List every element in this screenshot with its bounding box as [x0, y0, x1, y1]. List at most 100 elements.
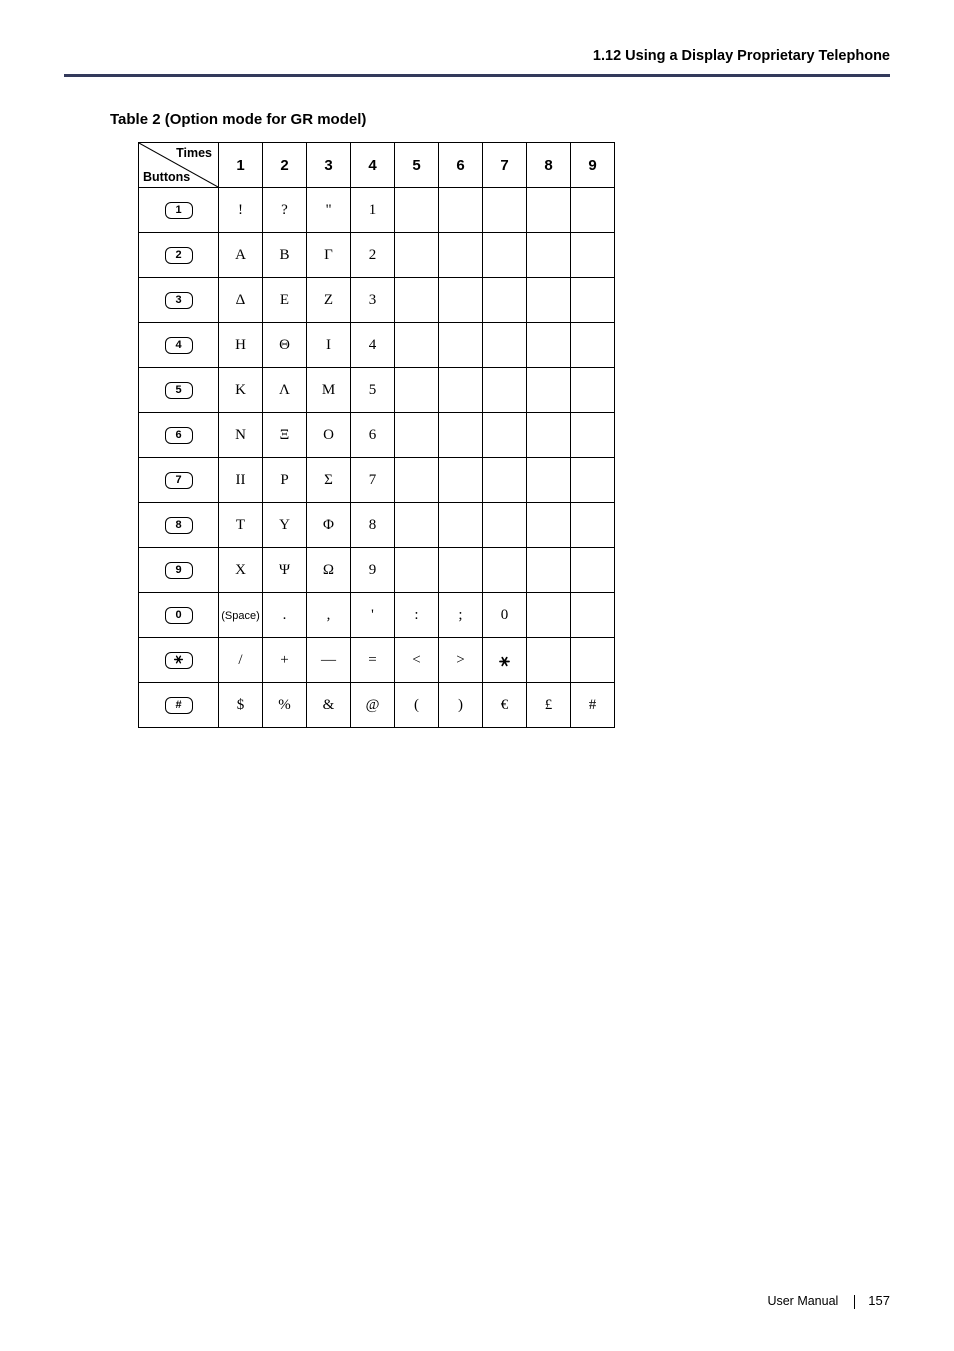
col-header: 8	[527, 143, 571, 188]
table-row: #$%&@()€£#	[139, 683, 615, 728]
char-cell: !	[219, 188, 263, 233]
char-cell	[395, 188, 439, 233]
char-cell: 6	[351, 413, 395, 458]
char-cell: Σ	[307, 458, 351, 503]
char-cell: $	[219, 683, 263, 728]
char-cell	[527, 458, 571, 503]
char-cell	[571, 503, 615, 548]
section-header: 1.12 Using a Display Proprietary Telepho…	[64, 48, 890, 74]
char-cell: Α	[219, 233, 263, 278]
char-cell: ;	[439, 593, 483, 638]
char-cell: >	[439, 638, 483, 683]
char-cell: '	[351, 593, 395, 638]
char-cell	[395, 278, 439, 323]
char-cell: :	[395, 593, 439, 638]
char-cell	[571, 593, 615, 638]
char-cell	[527, 548, 571, 593]
char-cell: 8	[351, 503, 395, 548]
table-row: 0(Space).,':;0	[139, 593, 615, 638]
char-cell	[571, 278, 615, 323]
char-cell	[483, 413, 527, 458]
row-keycap-cell: #	[139, 683, 219, 728]
table-row: 3ΔΕΖ3	[139, 278, 615, 323]
diag-bottom-label: Buttons	[143, 170, 190, 184]
char-cell: .	[263, 593, 307, 638]
char-cell	[483, 323, 527, 368]
col-header: 7	[483, 143, 527, 188]
char-cell	[571, 548, 615, 593]
col-header: 6	[439, 143, 483, 188]
char-cell: 2	[351, 233, 395, 278]
char-cell	[439, 323, 483, 368]
table-row: 7ΙΙΡΣ7	[139, 458, 615, 503]
char-cell: ?	[263, 188, 307, 233]
char-cell: Θ	[263, 323, 307, 368]
char-cell: 9	[351, 548, 395, 593]
row-keycap-cell	[139, 638, 219, 683]
char-cell: <	[395, 638, 439, 683]
char-cell: Ξ	[263, 413, 307, 458]
char-cell	[439, 278, 483, 323]
row-keycap-cell: 1	[139, 188, 219, 233]
keycap-icon: 4	[165, 337, 193, 354]
char-cell	[483, 368, 527, 413]
char-cell	[571, 323, 615, 368]
char-cell: 0	[483, 593, 527, 638]
char-cell: ΙΙ	[219, 458, 263, 503]
table-row: 6ΝΞΟ6	[139, 413, 615, 458]
char-cell: Ω	[307, 548, 351, 593]
char-cell: €	[483, 683, 527, 728]
table-row: 1!?"1	[139, 188, 615, 233]
char-cell	[483, 278, 527, 323]
char-cell	[527, 368, 571, 413]
char-cell	[571, 413, 615, 458]
char-cell: /	[219, 638, 263, 683]
col-header: 9	[571, 143, 615, 188]
keycap-star-icon	[165, 652, 193, 669]
table-row: /+—=<>	[139, 638, 615, 683]
char-cell: Τ	[219, 503, 263, 548]
row-keycap-cell: 9	[139, 548, 219, 593]
char-cell: Ι	[307, 323, 351, 368]
char-cell: "	[307, 188, 351, 233]
char-cell: Λ	[263, 368, 307, 413]
char-cell	[527, 593, 571, 638]
table-title: Table 2 (Option mode for GR model)	[110, 111, 890, 128]
keycap-icon: 5	[165, 382, 193, 399]
page-footer: User Manual 157	[767, 1293, 890, 1309]
char-cell: Φ	[307, 503, 351, 548]
char-cell: £	[527, 683, 571, 728]
row-keycap-cell: 2	[139, 233, 219, 278]
char-cell	[439, 503, 483, 548]
char-cell: Μ	[307, 368, 351, 413]
char-cell: +	[263, 638, 307, 683]
char-cell: Η	[219, 323, 263, 368]
row-keycap-cell: 7	[139, 458, 219, 503]
keycap-icon: 2	[165, 247, 193, 264]
char-cell	[571, 638, 615, 683]
footer-separator	[854, 1295, 855, 1309]
char-cell: #	[571, 683, 615, 728]
char-cell	[395, 368, 439, 413]
char-cell	[527, 233, 571, 278]
char-cell	[395, 323, 439, 368]
row-keycap-cell: 8	[139, 503, 219, 548]
char-entry-table: Times Buttons 1 2 3 4 5 6 7 8 9 1!?"12ΑΒ…	[138, 142, 615, 728]
char-cell	[527, 638, 571, 683]
char-cell: Υ	[263, 503, 307, 548]
char-cell	[483, 638, 527, 683]
char-cell: &	[307, 683, 351, 728]
char-cell: 7	[351, 458, 395, 503]
keycap-hash-icon: #	[165, 697, 193, 714]
keycap-icon: 8	[165, 517, 193, 534]
char-cell: Γ	[307, 233, 351, 278]
char-cell	[395, 503, 439, 548]
char-cell	[395, 413, 439, 458]
char-cell	[571, 188, 615, 233]
char-cell: (Space)	[219, 593, 263, 638]
char-cell: (	[395, 683, 439, 728]
col-header: 2	[263, 143, 307, 188]
table-row: 9ΧΨΩ9	[139, 548, 615, 593]
char-cell: Β	[263, 233, 307, 278]
char-cell: ,	[307, 593, 351, 638]
